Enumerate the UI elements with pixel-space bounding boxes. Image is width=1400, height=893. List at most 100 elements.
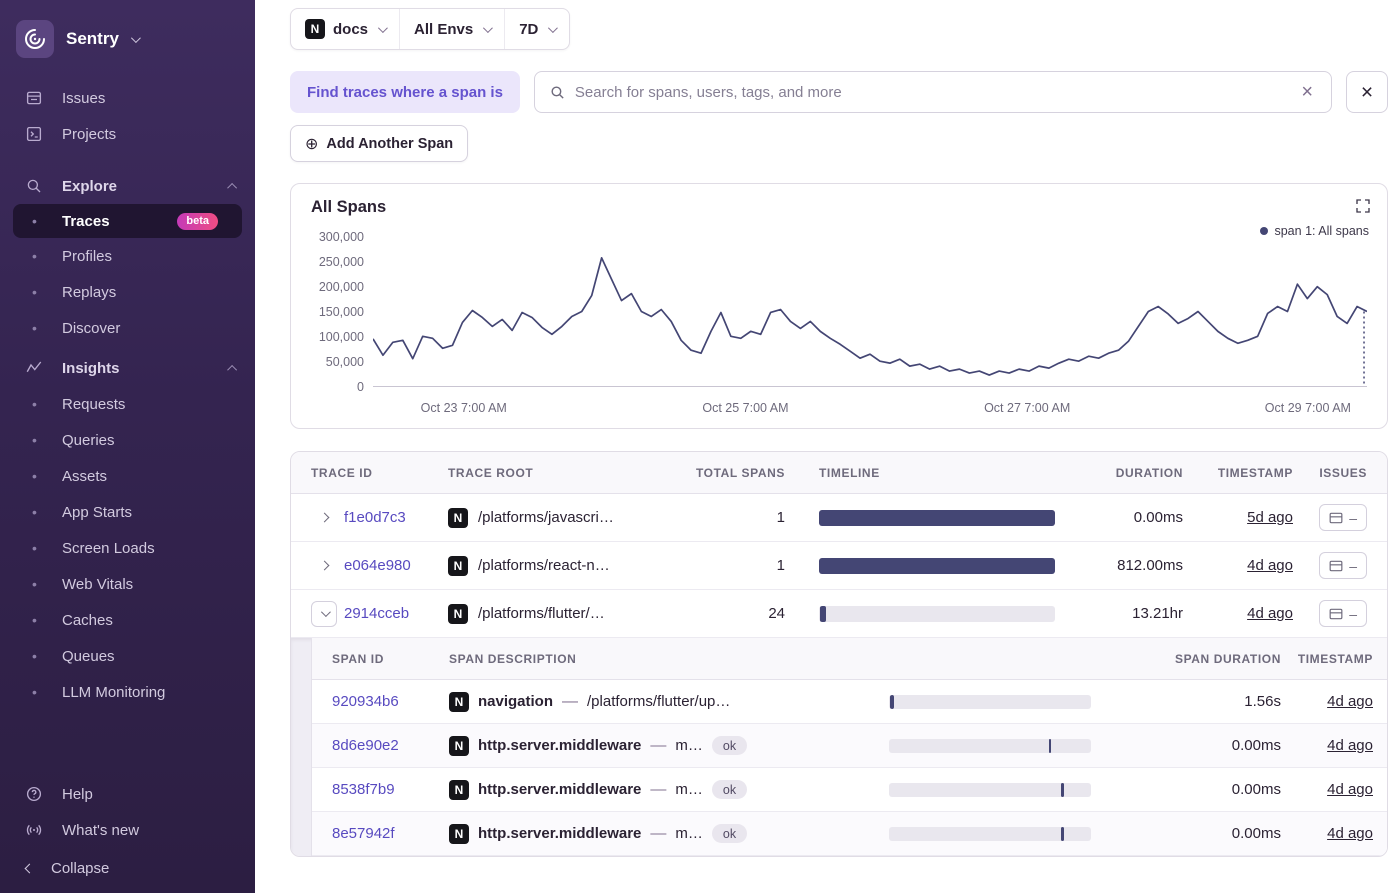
- separator: —: [650, 824, 667, 842]
- sidebar-item-llm-monitoring[interactable]: • LLM Monitoring: [0, 674, 255, 710]
- sidebar-item-traces[interactable]: • Traces beta: [13, 204, 242, 238]
- sidebar-item-projects[interactable]: Projects: [0, 116, 255, 152]
- trace-id-link[interactable]: f1e0d7c3: [344, 509, 406, 526]
- span-id-link[interactable]: 920934b6: [332, 693, 449, 710]
- timeline-track: [889, 694, 1091, 709]
- collapse-button[interactable]: Collapse: [0, 848, 255, 883]
- sidebar-section-explore[interactable]: Explore: [0, 168, 255, 204]
- issues-button[interactable]: –: [1319, 504, 1367, 531]
- span-duration: 0.00ms: [1231, 825, 1281, 842]
- sidebar-item-label: Help: [62, 785, 93, 803]
- chart-y-tick: 100,000: [318, 330, 364, 344]
- fullscreen-icon[interactable]: [1353, 196, 1373, 219]
- expand-chevron-icon[interactable]: [311, 505, 337, 531]
- sidebar-item-requests[interactable]: • Requests: [0, 386, 255, 422]
- table-row[interactable]: f1e0d7c3 N/platforms/javascri… 1 0.00ms …: [291, 494, 1387, 542]
- timestamp-link[interactable]: 4d ago: [1247, 557, 1293, 574]
- date-range-value: 7D: [519, 20, 539, 38]
- timestamp-link[interactable]: 4d ago: [1327, 825, 1373, 842]
- span-duration: 0.00ms: [1231, 737, 1281, 754]
- org-name: Sentry: [66, 29, 119, 48]
- span-op: navigation: [478, 693, 554, 710]
- search-bar[interactable]: ×: [533, 71, 1332, 113]
- trace-id-link[interactable]: 2914cceb: [344, 605, 409, 622]
- trace-id-link[interactable]: e064e980: [344, 557, 411, 574]
- expand-chevron-icon[interactable]: [311, 553, 337, 579]
- sidebar-item-discover[interactable]: • Discover: [0, 310, 255, 346]
- timestamp-link[interactable]: 4d ago: [1327, 693, 1373, 710]
- column-header: TIMESTAMP: [1297, 651, 1373, 666]
- span-description: m…: [675, 825, 703, 842]
- timeline-bar: [819, 605, 826, 622]
- projects-icon: [24, 124, 44, 144]
- chart-y-tick: 0: [357, 380, 364, 394]
- sidebar-item-label: Web Vitals: [62, 575, 134, 593]
- sidebar-item-web-vitals[interactable]: • Web Vitals: [0, 566, 255, 602]
- clear-search-icon[interactable]: ×: [1297, 80, 1317, 104]
- issues-button[interactable]: –: [1319, 600, 1367, 627]
- section-label: Explore: [62, 177, 118, 195]
- timestamp-link[interactable]: 4d ago: [1327, 781, 1373, 798]
- search-input[interactable]: [574, 83, 1289, 101]
- collapse-label: Collapse: [51, 860, 110, 877]
- span-row[interactable]: 920934b6 N navigation — /platforms/flutt…: [312, 680, 1387, 724]
- chevron-down-icon: [130, 32, 141, 43]
- sidebar-item-help[interactable]: Help: [0, 776, 255, 812]
- sidebar-item-app-starts[interactable]: • App Starts: [0, 494, 255, 530]
- project-filter[interactable]: N docs: [291, 9, 401, 49]
- timeline-bar: [889, 694, 895, 709]
- timestamp-link[interactable]: 4d ago: [1247, 605, 1293, 622]
- app: Sentry Issues Projects Explore • Traces: [0, 0, 1400, 893]
- table-row[interactable]: 2914cceb N/platforms/flutter/… 24 13.21h…: [291, 590, 1387, 638]
- span-id-link[interactable]: 8d6e90e2: [332, 737, 449, 754]
- add-another-span-button[interactable]: ⊕ Add Another Span: [290, 125, 469, 162]
- sidebar-item-queues[interactable]: • Queues: [0, 638, 255, 674]
- sidebar-item-queries[interactable]: • Queries: [0, 422, 255, 458]
- span-row[interactable]: 8538f7b9 N http.server.middleware — m… o…: [312, 768, 1387, 812]
- sidebar-item-screen-loads[interactable]: • Screen Loads: [0, 530, 255, 566]
- span-id-link[interactable]: 8538f7b9: [332, 781, 449, 798]
- sidebar-item-assets[interactable]: • Assets: [0, 458, 255, 494]
- timestamp-link[interactable]: 5d ago: [1247, 509, 1293, 526]
- span-row[interactable]: 8e57942f N http.server.middleware — m… o…: [312, 812, 1387, 856]
- bullet-icon: •: [32, 576, 37, 592]
- chart-x-axis: Oct 23 7:00 AM Oct 25 7:00 AM Oct 27 7:00 …: [382, 394, 1367, 420]
- timestamp-link[interactable]: 4d ago: [1327, 737, 1373, 754]
- sidebar-item-replays[interactable]: • Replays: [0, 274, 255, 310]
- platform-icon: N: [449, 823, 469, 844]
- sidebar-section-insights[interactable]: Insights: [0, 350, 255, 386]
- date-range-filter[interactable]: 7D: [505, 9, 569, 49]
- sidebar-item-profiles[interactable]: • Profiles: [0, 238, 255, 274]
- bullet-icon: •: [32, 540, 37, 556]
- sidebar-item-label: Assets: [62, 467, 108, 485]
- sidebar-item-issues[interactable]: Issues: [0, 80, 255, 116]
- chevron-up-icon: [227, 364, 238, 375]
- bullet-icon: •: [32, 284, 37, 300]
- chart-x-tick: Oct 25 7:00 AM: [702, 401, 789, 415]
- sidebar-item-label: Replays: [62, 283, 117, 301]
- span-id-link[interactable]: 8e57942f: [332, 825, 449, 842]
- find-traces-chip[interactable]: Find traces where a span is: [290, 71, 520, 113]
- table-row[interactable]: e064e980 N/platforms/react-n… 1 812.00ms…: [291, 542, 1387, 590]
- legend-label: span 1: All spans: [1274, 224, 1369, 238]
- bullet-icon: •: [32, 504, 37, 520]
- chart-plot-area[interactable]: [373, 237, 1367, 387]
- search-icon: [24, 176, 44, 196]
- issues-button[interactable]: –: [1319, 552, 1367, 579]
- platform-icon: N: [305, 19, 325, 39]
- bullet-icon: •: [32, 248, 37, 264]
- sidebar-item-whats-new[interactable]: What's new: [0, 812, 255, 848]
- org-switcher[interactable]: Sentry: [0, 12, 255, 80]
- sidebar-item-caches[interactable]: • Caches: [0, 602, 255, 638]
- plus-circle-icon: ⊕: [305, 135, 319, 153]
- close-button[interactable]: ×: [1346, 71, 1388, 113]
- sidebar-item-label: Issues: [62, 89, 106, 107]
- span-subtable: SPAN ID SPAN DESCRIPTION SPAN DURATION T…: [311, 638, 1387, 856]
- collapse-chevron-icon[interactable]: [311, 600, 337, 627]
- sidebar-item-label: What's new: [62, 821, 140, 839]
- span-row[interactable]: 8d6e90e2 N http.server.middleware — m… o…: [312, 724, 1387, 768]
- issues-icon: [1329, 608, 1343, 619]
- issues-count: –: [1349, 509, 1357, 526]
- environment-filter[interactable]: All Envs: [400, 9, 506, 49]
- separator: —: [650, 780, 667, 798]
